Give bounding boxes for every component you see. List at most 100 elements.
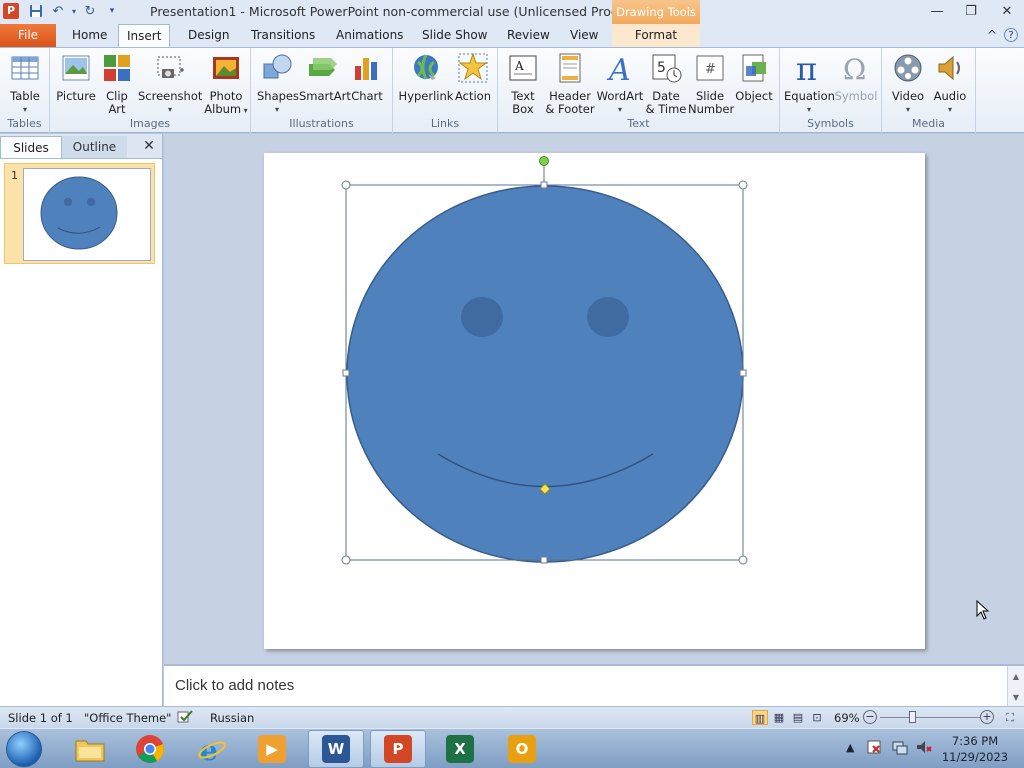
undo-dropdown-icon[interactable]: ▾ <box>66 3 82 19</box>
scroll-down-icon[interactable]: ▼ <box>1008 687 1024 708</box>
action-button[interactable]: Action <box>453 52 493 103</box>
slide-thumbnail[interactable] <box>23 168 151 261</box>
tab-slides[interactable]: Slides <box>0 136 62 158</box>
clip-art-button[interactable]: Clip Art <box>100 52 134 116</box>
group-symbols: π Equation ▾ Ω Symbol Symbols <box>780 48 882 133</box>
resize-handle-bottom[interactable] <box>540 556 548 564</box>
tab-outline[interactable]: Outline <box>62 136 127 158</box>
tab-view[interactable]: View <box>562 24 606 47</box>
tab-slide-show[interactable]: Slide Show <box>414 24 495 47</box>
table-button[interactable]: Table ▾ <box>6 52 44 116</box>
taskbar-powerpoint[interactable]: P <box>370 730 426 768</box>
powerpoint-icon: P <box>384 735 412 763</box>
chart-icon <box>355 58 377 80</box>
fit-to-window-icon[interactable]: ⛶ <box>1002 710 1018 725</box>
resize-handle-top[interactable] <box>540 181 548 189</box>
group-text: A Text Box Header & Footer A WordArt ▾ 5… <box>498 48 780 133</box>
close-button[interactable]: ✕ <box>992 2 1022 20</box>
resize-handle-right[interactable] <box>739 369 747 377</box>
taskbar-word[interactable]: W <box>308 730 364 768</box>
picture-label: Picture <box>56 89 96 103</box>
zoom-out-icon[interactable]: − <box>863 710 877 724</box>
tab-file[interactable]: File <box>0 24 56 47</box>
notes-scrollbar[interactable]: ▲ ▼ <box>1007 666 1024 708</box>
taskbar-media-player[interactable]: ▶ <box>244 730 300 768</box>
audio-button[interactable]: Audio ▾ <box>930 52 970 116</box>
tab-review[interactable]: Review <box>499 24 558 47</box>
picture-button[interactable]: Picture <box>56 52 96 103</box>
notes-pane[interactable]: Click to add notes ▲ ▼ <box>164 664 1024 708</box>
help-icon[interactable]: ? <box>1004 28 1018 42</box>
rotation-handle[interactable] <box>539 156 549 166</box>
redo-icon[interactable]: ↻ <box>82 3 98 19</box>
tab-format[interactable]: Format <box>612 24 700 47</box>
customize-quick-access-icon[interactable]: ▾ <box>104 3 120 19</box>
slide-sorter-icon[interactable]: ▦ <box>771 710 787 725</box>
zoom-slider[interactable] <box>880 717 980 718</box>
spell-check-icon[interactable] <box>176 709 194 728</box>
restore-button[interactable]: ❐ <box>956 2 986 20</box>
normal-view-icon[interactable]: ▥ <box>752 710 768 725</box>
notes-placeholder[interactable]: Click to add notes <box>175 677 294 694</box>
footer-label: & Footer <box>545 102 595 116</box>
date-time-button[interactable]: 5 Date & Time <box>644 52 688 116</box>
save-icon[interactable] <box>28 3 44 19</box>
resize-handle-bottom-right[interactable] <box>738 555 748 565</box>
taskbar-excel[interactable]: X <box>432 730 488 768</box>
scroll-up-icon[interactable]: ▲ <box>1008 666 1024 687</box>
hyperlink-button[interactable]: Hyperlink <box>398 52 454 103</box>
symbol-button[interactable]: Ω Symbol <box>834 52 878 103</box>
object-label: Object <box>735 89 773 103</box>
network-icon[interactable] <box>892 739 908 758</box>
equation-button[interactable]: π Equation ▾ <box>784 50 835 116</box>
reading-view-icon[interactable]: ▤ <box>790 710 806 725</box>
minimize-button[interactable]: — <box>922 2 952 20</box>
action-center-icon[interactable] <box>866 739 882 758</box>
smiley-face-shape[interactable] <box>346 185 744 563</box>
resize-handle-left[interactable] <box>342 369 350 377</box>
slide-thumbnail-selected[interactable]: 1 <box>4 163 155 264</box>
object-button[interactable]: Object <box>734 52 774 103</box>
smartart-button[interactable]: SmartArt <box>299 52 351 103</box>
resize-handle-top-right[interactable] <box>738 180 748 190</box>
volume-icon[interactable] <box>916 739 932 758</box>
system-clock[interactable]: 7:36 PM 11/29/2023 <box>940 733 1010 765</box>
tab-insert[interactable]: Insert <box>118 24 171 48</box>
tab-home[interactable]: Home <box>64 24 115 47</box>
taskbar-internet-explorer[interactable]: e <box>184 730 240 768</box>
resize-handle-top-left[interactable] <box>341 180 351 190</box>
slide-canvas[interactable] <box>264 153 925 649</box>
action-icon <box>458 52 488 83</box>
show-hidden-icons-icon[interactable]: ▲ <box>846 741 854 754</box>
start-button[interactable] <box>6 731 42 767</box>
undo-icon[interactable]: ↶ <box>50 3 66 19</box>
theme-name[interactable]: "Office Theme" <box>84 711 171 725</box>
resize-handle-bottom-left[interactable] <box>341 555 351 565</box>
taskbar-chrome[interactable] <box>122 730 178 768</box>
drawing-tools-context-label: Drawing Tools <box>612 0 700 24</box>
language[interactable]: Russian <box>210 711 254 725</box>
taskbar-file-explorer[interactable] <box>62 730 118 768</box>
zoom-in-icon[interactable]: + <box>980 710 994 724</box>
slide-number-button[interactable]: # Slide Number <box>688 52 734 116</box>
tab-design[interactable]: Design <box>180 24 237 47</box>
chart-button[interactable]: Chart <box>349 52 385 103</box>
screenshot-button[interactable]: Screenshot ▾ <box>138 52 202 116</box>
equation-icon: π <box>796 50 817 88</box>
powerpoint-app-icon[interactable]: P <box>3 3 19 19</box>
zoom-level[interactable]: 69% <box>834 711 860 725</box>
text-box-button[interactable]: A Text Box <box>504 52 542 116</box>
tab-animations[interactable]: Animations <box>328 24 411 47</box>
tab-transitions[interactable]: Transitions <box>243 24 323 47</box>
video-button[interactable]: Video ▾ <box>886 52 930 116</box>
group-illustrations: Shapes ▾ SmartArt Chart Illustrations <box>251 48 393 133</box>
close-pane-icon[interactable]: ✕ <box>140 137 158 155</box>
header-footer-button[interactable]: Header & Footer <box>544 52 596 116</box>
wordart-button[interactable]: A WordArt ▾ <box>596 52 644 116</box>
minimize-ribbon-icon[interactable]: ^ <box>984 27 1000 43</box>
slide-show-icon[interactable]: ⊡ <box>809 710 825 725</box>
taskbar-outlook[interactable]: O <box>494 730 550 768</box>
zoom-slider-knob[interactable] <box>909 711 916 723</box>
shapes-button[interactable]: Shapes ▾ <box>257 52 299 116</box>
photo-album-button[interactable]: Photo Album ▾ <box>204 52 248 117</box>
